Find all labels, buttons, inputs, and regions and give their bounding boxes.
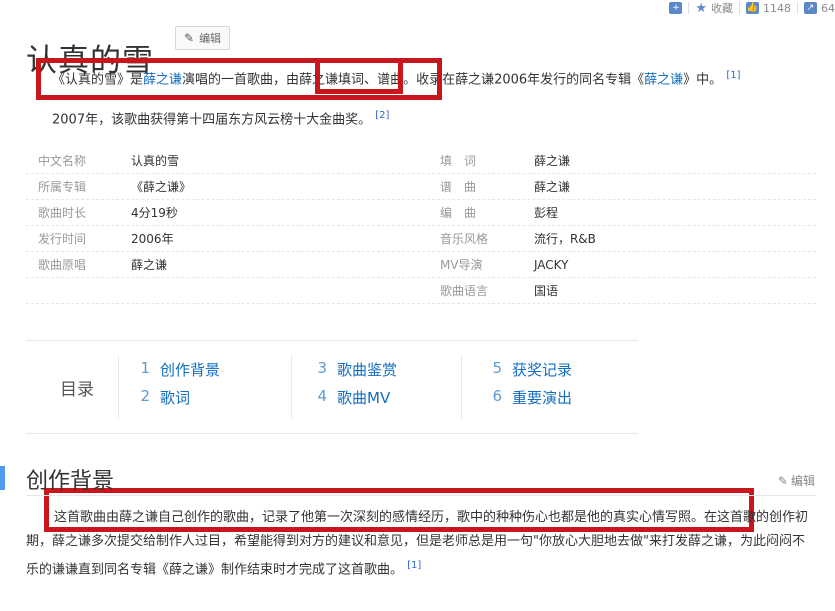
artist-link[interactable]: 薛之谦 bbox=[143, 72, 182, 87]
section-edit-label: 编辑 bbox=[790, 474, 815, 488]
pencil-icon: ✎ bbox=[184, 31, 195, 45]
toc-column: 1 创作背景 2 歌词 bbox=[136, 359, 220, 415]
info-row: 中文名称 认真的雪 填 词 薛之谦 bbox=[26, 148, 816, 174]
top-action-bar: + ★ 收藏 👍 1148 ↗ 64 bbox=[669, 0, 835, 16]
info-label: MV导演 bbox=[439, 258, 483, 272]
info-label: 填 词 bbox=[439, 154, 476, 168]
divider bbox=[118, 355, 119, 419]
toc-label: 目录 bbox=[60, 380, 94, 400]
share-count: 64 bbox=[821, 1, 835, 15]
toc-column: 3 歌曲鉴赏 4 歌曲MV bbox=[313, 359, 397, 415]
like-button[interactable]: 👍 1148 bbox=[746, 2, 791, 15]
info-label: 中文名称 bbox=[38, 154, 87, 168]
info-label: 发行时间 bbox=[38, 232, 87, 246]
intro-paragraph-1: 《认真的雪》是薛之谦演唱的一首歌曲，由薛之谦填词、谱曲。收录在薛之谦2006年发… bbox=[52, 66, 812, 90]
star-icon: ★ bbox=[695, 0, 707, 16]
section-accent-bar bbox=[0, 466, 5, 490]
info-value: 《薛之谦》 bbox=[131, 180, 192, 194]
info-table: 中文名称 认真的雪填 词薛之谦 所属专辑 《薛之谦》谱 曲薛之谦 歌曲时长 4分19秒编 … bbox=[26, 148, 816, 304]
info-row: 歌曲时长 4分19秒 编 曲 彭程 bbox=[26, 200, 816, 226]
info-value: JACKY bbox=[533, 257, 569, 272]
info-row: 所属专辑 《薛之谦》 谱 曲 薛之谦 bbox=[26, 174, 816, 200]
info-row: 歌曲语言 国语 bbox=[26, 278, 816, 304]
info-value: 流行，R&B bbox=[533, 232, 596, 246]
info-value: 薛之谦 bbox=[533, 154, 570, 168]
reference-marker[interactable]: [1] bbox=[726, 70, 740, 81]
info-label: 谱 曲 bbox=[439, 180, 476, 194]
divider bbox=[739, 2, 740, 14]
divider bbox=[688, 2, 690, 14]
toc-item[interactable]: 6 重要演出 bbox=[488, 387, 572, 415]
toc-item[interactable]: 1 创作背景 bbox=[136, 359, 220, 387]
info-value: 国语 bbox=[533, 284, 558, 298]
toc-num: 4 bbox=[317, 387, 327, 405]
album-link[interactable]: 薛之谦 bbox=[644, 72, 683, 87]
toc-text: 创作背景 bbox=[160, 361, 221, 379]
toc-item[interactable]: 5 获奖记录 bbox=[488, 359, 572, 387]
toc-text: 歌词 bbox=[160, 389, 191, 407]
collect-label: 收藏 bbox=[711, 2, 733, 15]
info-row: 歌曲原唱 薛之谦 MV导演 JACKY bbox=[26, 252, 816, 278]
info-value: 薛之谦 bbox=[533, 180, 570, 194]
intro-text: 2007年，该歌曲获得第十四届东方风云榜十大金曲奖。 bbox=[52, 112, 372, 128]
reference-marker[interactable]: [1] bbox=[407, 560, 421, 571]
info-label: 音乐风格 bbox=[439, 232, 488, 246]
plus-icon[interactable]: + bbox=[669, 2, 683, 14]
info-value: 彭程 bbox=[533, 206, 558, 220]
section-edit-button[interactable]: ✎ 编辑 bbox=[778, 472, 815, 489]
like-count: 1148 bbox=[763, 1, 791, 15]
toc-item[interactable]: 2 歌词 bbox=[136, 387, 220, 415]
toc-num: 6 bbox=[492, 387, 502, 405]
table-of-contents: 目录 1 创作背景 2 歌词 3 歌曲鉴赏 4 歌曲MV 5 获奖记录 6 重要演出 bbox=[26, 340, 638, 434]
toc-num: 2 bbox=[140, 387, 150, 405]
intro-text: 》中。 bbox=[683, 72, 723, 88]
divider bbox=[461, 355, 462, 419]
info-label: 歌曲时长 bbox=[38, 206, 87, 220]
divider bbox=[797, 2, 798, 14]
thumbs-up-icon: 👍 bbox=[746, 2, 759, 14]
lyricist-text: 薛之谦填词、 bbox=[299, 72, 378, 88]
collect-button[interactable]: ★ 收藏 bbox=[695, 0, 733, 16]
share-button[interactable]: ↗ 64 bbox=[804, 2, 835, 15]
pencil-icon: ✎ bbox=[777, 473, 788, 488]
edit-button[interactable]: ✎ 编辑 bbox=[175, 26, 231, 50]
toc-num: 5 bbox=[492, 359, 502, 377]
section-title: 创作背景 bbox=[26, 469, 115, 494]
info-value: 4分19秒 bbox=[131, 206, 178, 220]
info-label: 歌曲语言 bbox=[439, 284, 488, 298]
info-label: 所属专辑 bbox=[38, 180, 87, 194]
section-body: 这首歌曲由薛之谦自己创作的歌曲，记录了他第一次深刻的感情经历，歌中的种种伤心也都… bbox=[26, 506, 816, 582]
toc-item[interactable]: 4 歌曲MV bbox=[313, 387, 397, 415]
toc-num: 3 bbox=[317, 359, 327, 377]
toc-num: 1 bbox=[140, 359, 150, 377]
info-value: 2006年 bbox=[131, 232, 174, 246]
toc-item[interactable]: 3 歌曲鉴赏 bbox=[313, 359, 397, 387]
toc-text: 歌曲MV bbox=[337, 389, 391, 407]
intro-text: 谱曲。收录在薛之谦2006年发行的同名专辑《 bbox=[377, 72, 645, 88]
reference-marker[interactable]: [2] bbox=[375, 110, 389, 121]
toc-column: 5 获奖记录 6 重要演出 bbox=[488, 359, 572, 415]
intro-text: 演唱的一首歌曲，由 bbox=[182, 72, 300, 88]
intro-paragraph-2: 2007年，该歌曲获得第十四届东方风云榜十大金曲奖。 [2] bbox=[52, 106, 389, 130]
toc-text: 获奖记录 bbox=[512, 361, 573, 379]
toc-text: 重要演出 bbox=[512, 389, 573, 407]
edit-label: 编辑 bbox=[199, 32, 222, 45]
share-icon: ↗ bbox=[804, 2, 817, 14]
info-label: 编 曲 bbox=[439, 206, 476, 220]
divider bbox=[291, 355, 292, 419]
intro-text: 《认真的雪》是 bbox=[52, 72, 144, 88]
info-value: 认真的雪 bbox=[131, 154, 180, 168]
info-label: 歌曲原唱 bbox=[38, 258, 87, 272]
info-row: 发行时间 2006年 音乐风格 流行，R&B bbox=[26, 226, 816, 252]
info-value: 薛之谦 bbox=[131, 258, 168, 272]
toc-text: 歌曲鉴赏 bbox=[337, 361, 398, 379]
divider bbox=[26, 495, 816, 496]
